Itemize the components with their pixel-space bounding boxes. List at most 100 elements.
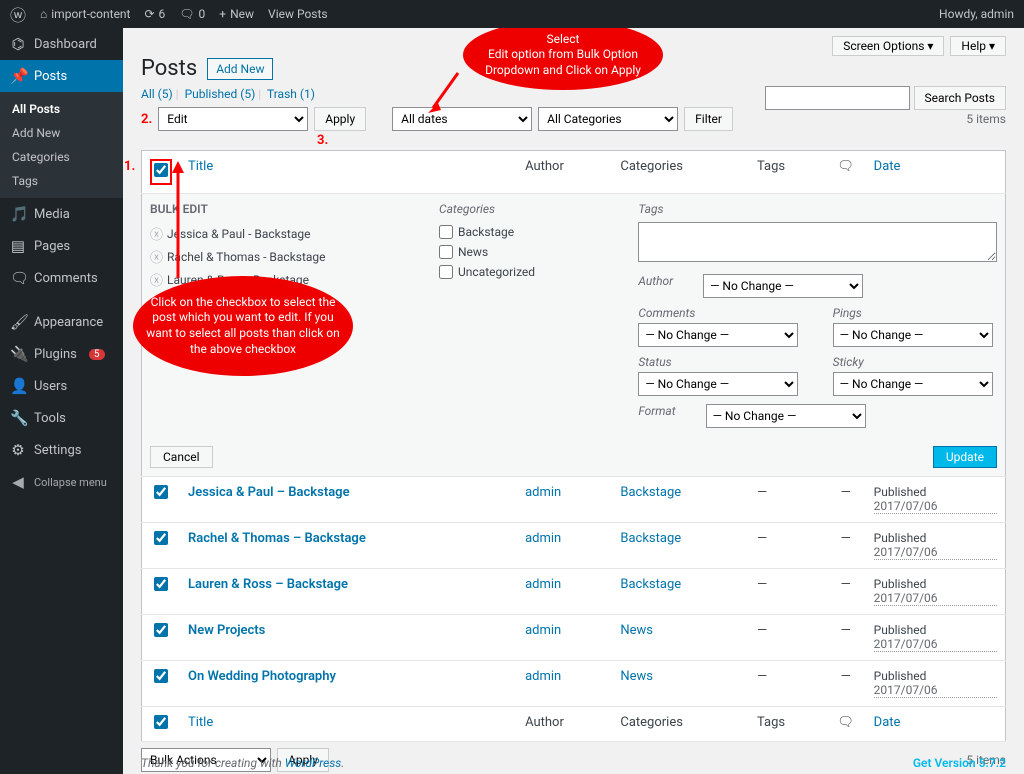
filter-button[interactable]: Filter — [684, 107, 733, 131]
row-checkbox[interactable] — [154, 485, 168, 499]
col-author-footer: Author — [517, 707, 612, 742]
category-option[interactable]: Uncategorized — [439, 262, 618, 282]
row-checkbox[interactable] — [154, 531, 168, 545]
category-option[interactable]: Backstage — [439, 222, 618, 242]
comment-icon: 🗨 — [179, 7, 194, 21]
author-link[interactable]: admin — [525, 577, 561, 592]
plugin-icon: 🔌 — [10, 345, 26, 363]
brush-icon: 🖌 — [10, 313, 26, 331]
category-checkbox[interactable] — [439, 265, 453, 279]
sidebar-collapse[interactable]: ◀Collapse menu — [0, 466, 123, 498]
filter-trash[interactable]: Trash (1) — [267, 87, 315, 101]
author-link[interactable]: admin — [525, 669, 561, 684]
remove-icon[interactable]: ⓧ — [150, 270, 163, 289]
remove-icon[interactable]: ⓧ — [150, 247, 163, 266]
cancel-button[interactable]: Cancel — [150, 446, 213, 468]
tags-cell: — — [749, 477, 826, 523]
sidebar-item-tools[interactable]: 🔧Tools — [0, 402, 123, 434]
sidebar-item-settings[interactable]: ⚙Settings — [0, 434, 123, 466]
post-title-link[interactable]: Jessica & Paul – Backstage — [188, 485, 350, 500]
new-link[interactable]: + New — [219, 7, 254, 21]
category-link[interactable]: Backstage — [620, 577, 681, 592]
post-title-link[interactable]: Lauren & Ross – Backstage — [188, 577, 348, 592]
sidebar-sub-all-posts[interactable]: All Posts — [0, 97, 123, 121]
screen-options-button[interactable]: Screen Options ▾ — [832, 36, 944, 56]
row-checkbox[interactable] — [154, 577, 168, 591]
col-date-footer[interactable]: Date — [866, 707, 1006, 742]
wordpress-link[interactable]: WordPress — [285, 756, 342, 770]
col-tags-footer: Tags — [749, 707, 826, 742]
category-filter-select[interactable]: All Categories — [538, 107, 678, 131]
comments-cell: — — [826, 477, 866, 523]
pings-label: Pings — [833, 306, 997, 320]
col-date[interactable]: Date — [866, 151, 1006, 194]
version-link[interactable]: Get Version 5.7.2 — [913, 756, 1006, 770]
howdy-link[interactable]: Howdy, admin — [939, 7, 1014, 21]
category-link[interactable]: News — [620, 623, 653, 638]
sticky-label: Sticky — [833, 355, 997, 369]
items-count: 5 items — [966, 112, 1006, 126]
sidebar-item-comments[interactable]: 🗨Comments — [0, 262, 123, 294]
col-title[interactable]: Title — [180, 151, 517, 194]
author-link[interactable]: admin — [525, 531, 561, 546]
home-icon: ⌂ — [40, 7, 47, 21]
category-option[interactable]: News — [439, 242, 618, 262]
update-button[interactable]: Update — [933, 446, 997, 468]
add-new-button[interactable]: Add New — [207, 58, 273, 80]
site-link[interactable]: ⌂ import-content — [40, 7, 130, 21]
bulk-tags-label: Tags — [638, 202, 997, 216]
category-link[interactable]: Backstage — [620, 531, 681, 546]
comments-select[interactable]: — No Change — — [638, 323, 798, 347]
filter-published[interactable]: Published (5) — [185, 87, 256, 101]
sidebar-item-users[interactable]: 👤Users — [0, 370, 123, 402]
view-posts-link[interactable]: View Posts — [268, 7, 328, 21]
category-checkbox[interactable] — [439, 245, 453, 259]
apply-button[interactable]: Apply — [314, 107, 366, 131]
author-link[interactable]: admin — [525, 485, 561, 500]
updates-link[interactable]: ⟳ 6 — [144, 7, 165, 21]
comments-cell: — — [826, 661, 866, 707]
media-icon: 🎵 — [10, 205, 26, 223]
tags-cell: — — [749, 523, 826, 569]
help-button[interactable]: Help ▾ — [950, 36, 1006, 56]
row-checkbox[interactable] — [154, 623, 168, 637]
sidebar-item-dashboard[interactable]: ⌬Dashboard — [0, 28, 123, 60]
remove-icon[interactable]: ⓧ — [150, 224, 163, 243]
pin-icon: 📌 — [10, 67, 26, 85]
annotation-arrow-1 — [423, 68, 463, 118]
sidebar-sub-categories[interactable]: Categories — [0, 145, 123, 169]
sidebar-item-plugins[interactable]: 🔌Plugins5 — [0, 338, 123, 370]
search-posts-button[interactable]: Search Posts — [914, 86, 1007, 110]
select-all-checkbox[interactable] — [154, 163, 168, 177]
select-all-checkbox-footer[interactable] — [154, 715, 168, 729]
row-checkbox[interactable] — [154, 669, 168, 683]
format-select[interactable]: — No Change — — [706, 404, 866, 428]
post-title-link[interactable]: On Wedding Photography — [188, 669, 336, 684]
filter-all[interactable]: All (5) — [141, 87, 173, 101]
admin-sidebar: ⌬Dashboard 📌Posts All Posts Add New Cate… — [0, 28, 123, 774]
sidebar-item-media[interactable]: 🎵Media — [0, 198, 123, 230]
sidebar-item-appearance[interactable]: 🖌Appearance — [0, 306, 123, 338]
tools-icon: 🔧 — [10, 409, 26, 427]
bulk-action-select[interactable]: Edit — [158, 107, 308, 131]
comments-link[interactable]: 🗨 0 — [179, 7, 205, 21]
sidebar-sub-add-new[interactable]: Add New — [0, 121, 123, 145]
bulk-tags-input[interactable] — [638, 222, 997, 262]
sidebar-item-pages[interactable]: ▤Pages — [0, 230, 123, 262]
status-select[interactable]: — No Change — — [638, 372, 798, 396]
col-title-footer[interactable]: Title — [180, 707, 517, 742]
category-checkbox[interactable] — [439, 225, 453, 239]
sticky-select[interactable]: — No Change — — [833, 372, 993, 396]
pings-select[interactable]: — No Change — — [833, 323, 993, 347]
post-title-link[interactable]: New Projects — [188, 623, 265, 638]
wp-logo[interactable]: ⓦ — [10, 2, 26, 26]
sidebar-sub-tags[interactable]: Tags — [0, 169, 123, 193]
category-link[interactable]: News — [620, 669, 653, 684]
author-select[interactable]: — No Change — — [703, 274, 863, 298]
author-link[interactable]: admin — [525, 623, 561, 638]
date-cell: Published2017/07/06 — [866, 523, 1006, 569]
post-title-link[interactable]: Rachel & Thomas – Backstage — [188, 531, 366, 546]
category-link[interactable]: Backstage — [620, 485, 681, 500]
search-input[interactable] — [765, 86, 910, 110]
sidebar-item-posts[interactable]: 📌Posts — [0, 60, 123, 92]
